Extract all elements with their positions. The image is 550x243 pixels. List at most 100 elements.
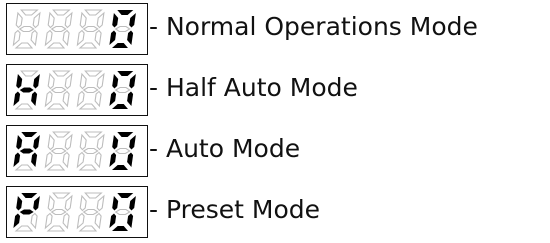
segment-lower-right-unlit	[30, 212, 38, 230]
segment-upper-left-lit	[16, 74, 23, 89]
segment-lower-right-unlit	[94, 212, 102, 230]
digit-4	[109, 10, 136, 48]
segment-bottom-unlit	[78, 225, 98, 232]
segment-lower-right-unlit	[30, 29, 38, 47]
segment-bottom-unlit	[78, 164, 98, 171]
segment-middle-lit	[19, 87, 34, 93]
mode-label: - Auto Mode	[149, 134, 301, 163]
segment-upper-left-lit	[112, 196, 119, 211]
segment-middle-unlit	[82, 25, 99, 33]
digit-4	[109, 132, 136, 170]
digit-2	[44, 192, 73, 232]
digit-3	[76, 192, 105, 232]
segment-bottom-unlit	[78, 103, 98, 110]
seven-segment-display	[6, 3, 148, 55]
segment-upper-left-unlit	[47, 194, 55, 212]
segment-bottom-unlit	[46, 42, 66, 49]
segment-lower-right-unlit	[62, 29, 70, 47]
segment-upper-left-unlit	[47, 11, 55, 29]
segment-middle-unlit	[50, 208, 67, 216]
segment-middle-unlit	[82, 86, 99, 94]
digit-1	[13, 132, 40, 171]
segment-bottom-unlit	[14, 164, 34, 171]
segment-upper-right-unlit	[96, 133, 105, 151]
segment-lower-left-unlit	[76, 29, 85, 47]
seven-segment-display	[6, 186, 148, 238]
segment-middle-unlit	[114, 208, 131, 216]
segment-lower-left-lit	[13, 91, 21, 106]
segment-top-unlit	[84, 131, 103, 138]
segment-top-unlit	[52, 131, 71, 138]
segment-middle-unlit	[18, 25, 35, 33]
segment-upper-left-unlit	[79, 133, 87, 151]
segment-middle-unlit	[50, 147, 67, 155]
segment-bottom-unlit	[46, 164, 66, 171]
digit-1	[13, 193, 40, 232]
segment-bottom-lit	[112, 165, 128, 170]
digit-3	[76, 70, 105, 110]
digit-3	[76, 9, 105, 49]
mode-row-auto: - Auto Mode	[0, 122, 550, 178]
segment-lower-right-lit	[31, 91, 38, 106]
segment-lower-left-lit	[109, 91, 117, 106]
segment-upper-left-unlit	[47, 72, 55, 90]
segment-upper-right-unlit	[64, 72, 73, 90]
segment-lower-right-lit	[127, 91, 134, 106]
segment-middle-lit	[19, 209, 34, 215]
segment-upper-left-lit	[16, 135, 23, 150]
mode-row-preset: - Preset Mode	[0, 183, 550, 239]
segment-lower-left-unlit	[44, 90, 53, 108]
segment-top-unlit	[20, 9, 39, 16]
mode-label: - Normal Operations Mode	[149, 12, 478, 41]
segment-upper-right-lit	[129, 135, 136, 150]
segment-upper-right-unlit	[96, 194, 105, 212]
segment-upper-right-unlit	[64, 133, 73, 151]
seven-segment-display	[6, 125, 148, 177]
segment-bottom-unlit	[78, 42, 98, 49]
segment-top-unlit	[52, 192, 71, 199]
segment-bottom-unlit	[46, 225, 66, 232]
segment-lower-left-lit	[13, 213, 21, 228]
segment-top-unlit	[20, 70, 39, 77]
segment-upper-right-unlit	[32, 11, 41, 29]
segment-lower-right-lit	[127, 152, 134, 167]
segment-middle-unlit	[50, 86, 67, 94]
segment-middle-unlit	[114, 86, 131, 94]
segment-top-unlit	[84, 192, 103, 199]
segment-top-lit	[117, 10, 134, 15]
segment-bottom-unlit	[46, 103, 66, 110]
segment-lower-right-lit	[127, 213, 134, 228]
segment-upper-right-unlit	[96, 11, 105, 29]
seven-segment-display	[6, 64, 148, 116]
digit-2	[44, 131, 73, 171]
segment-bottom-lit	[112, 43, 128, 48]
segment-upper-left-lit	[112, 135, 119, 150]
segment-lower-right-unlit	[94, 90, 102, 108]
segment-lower-left-lit	[109, 30, 117, 45]
segment-top-lit	[117, 71, 134, 76]
segment-lower-left-unlit	[12, 29, 21, 47]
segment-lower-right-lit	[127, 30, 134, 45]
segment-upper-left-lit	[112, 74, 119, 89]
segment-middle-unlit	[50, 25, 67, 33]
segment-lower-left-unlit	[76, 151, 85, 169]
segment-upper-left-unlit	[79, 72, 87, 90]
segment-upper-right-unlit	[64, 194, 73, 212]
segment-bottom-unlit	[14, 225, 34, 232]
segment-lower-left-unlit	[44, 212, 53, 230]
segment-top-unlit	[84, 70, 103, 77]
digit-1	[13, 70, 40, 110]
segment-top-unlit	[52, 9, 71, 16]
segment-top-unlit	[52, 70, 71, 77]
segment-bottom-lit	[112, 104, 128, 109]
segment-upper-left-unlit	[47, 133, 55, 151]
segment-top-lit	[117, 132, 134, 137]
segment-top-lit	[21, 193, 38, 198]
digit-2	[44, 9, 73, 49]
segment-upper-right-unlit	[64, 11, 73, 29]
segment-lower-left-lit	[13, 152, 21, 167]
segment-upper-right-lit	[129, 196, 136, 211]
segment-upper-right-lit	[129, 13, 136, 28]
digit-2	[44, 70, 73, 110]
digit-1	[12, 9, 41, 49]
